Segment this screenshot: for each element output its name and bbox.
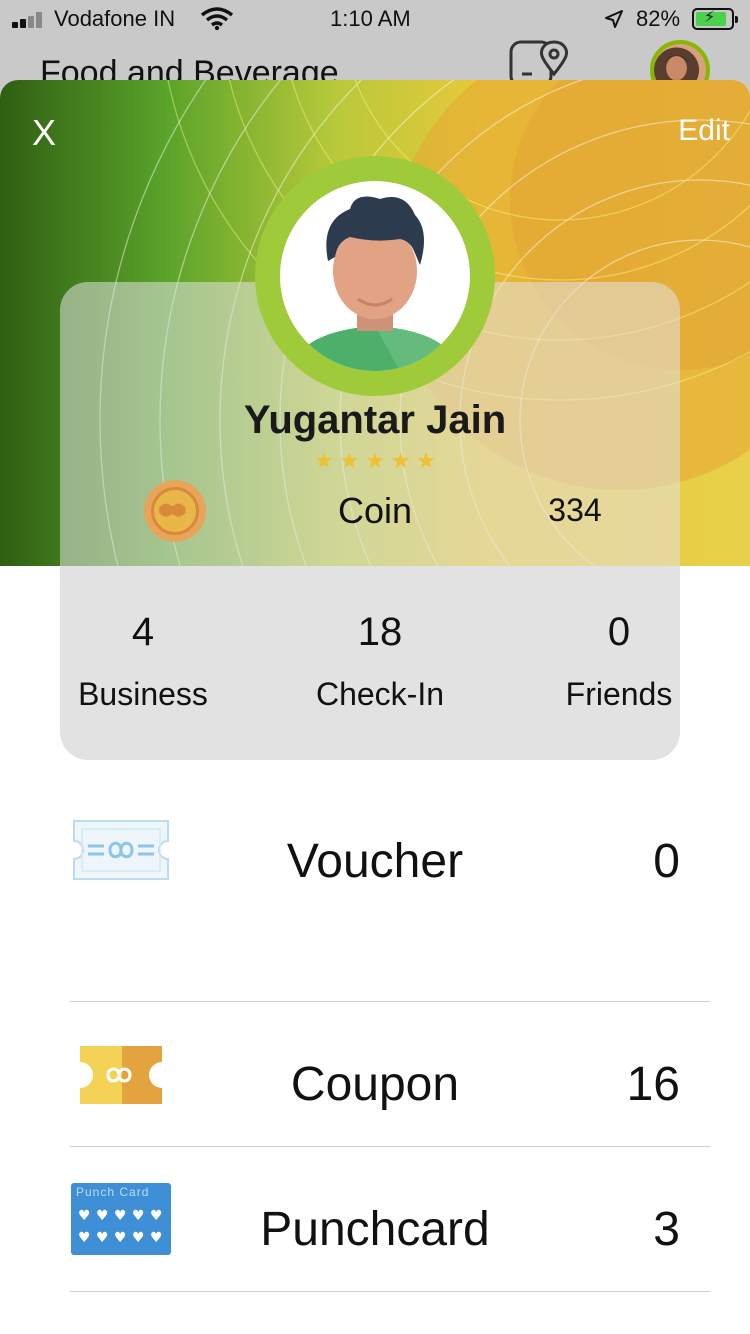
wallet-item-value: 0 (653, 835, 680, 888)
star-icon: ★ (365, 448, 385, 473)
svg-text:♥: ♥ (96, 1230, 109, 1246)
stat-business[interactable]: 4 Business (58, 610, 228, 713)
svg-text:♥: ♥ (150, 1230, 163, 1246)
stat-label: Check-In (315, 676, 445, 712)
stat-check-in[interactable]: 18 Check-In (295, 610, 465, 713)
clock: 1:10 AM (330, 6, 411, 31)
stat-label: Friends (565, 676, 673, 712)
stat-label: Business (78, 676, 208, 712)
wifi-icon (200, 7, 234, 31)
stat-value: 4 (131, 610, 155, 654)
wallet-item-coupon[interactable]: Coupon 16 (0, 935, 750, 1111)
profile-avatar[interactable] (255, 156, 495, 396)
coin-icon (144, 480, 206, 542)
star-icon: ★ (314, 448, 334, 473)
status-bar: Vodafone IN 1:10 AM 82% ⚡ (0, 0, 750, 40)
user-name: Yugantar Jain (243, 398, 507, 442)
wallet-item-punchcard[interactable]: Punch Card ♥ ♥ ♥ ♥ ♥ ♥ ♥ ♥ ♥ ♥ Punchcard 3 (0, 1080, 750, 1256)
svg-text:♥: ♥ (114, 1208, 127, 1224)
wallet-item-label: Punchcard (260, 1203, 490, 1256)
stat-friends[interactable]: 0 Friends (534, 610, 704, 713)
cellular-signal-icon (12, 12, 46, 28)
close-button[interactable]: X (32, 112, 56, 154)
wallet-item-voucher[interactable]: Voucher 0 (0, 790, 750, 935)
svg-text:♥: ♥ (132, 1230, 145, 1246)
location-arrow-icon (605, 10, 623, 28)
star-icon: ★ (416, 448, 436, 473)
svg-text:♥: ♥ (96, 1208, 109, 1224)
punchcard-icon-text: Punch Card (76, 1185, 149, 1199)
edit-button[interactable]: Edit (678, 114, 730, 148)
wallet-item-value: 3 (653, 1203, 680, 1256)
coin-value: 334 (548, 492, 602, 528)
battery-percent: 82% (636, 6, 681, 31)
star-icon: ★ (339, 448, 360, 473)
stat-value: 18 (357, 610, 403, 654)
divider (70, 1291, 710, 1292)
carrier-name: Vodafone IN (54, 6, 176, 31)
punchcard-icon: Punch Card ♥ ♥ ♥ ♥ ♥ ♥ ♥ ♥ ♥ ♥ (71, 1183, 171, 1255)
svg-text:♥: ♥ (78, 1208, 91, 1224)
star-icon: ★ (390, 448, 411, 473)
coin-label: Coin (337, 490, 413, 531)
profile-sheet: X Edit Yugantar Jain ★ ★ ★ ★ ★ Coin 334 … (0, 80, 750, 1334)
battery-charging-icon: ⚡ (692, 8, 738, 30)
stat-value: 0 (607, 610, 631, 654)
wallet-item-label: Voucher (286, 835, 464, 888)
svg-text:♥: ♥ (78, 1230, 91, 1246)
svg-text:♥: ♥ (114, 1230, 127, 1246)
rating-stars: ★ ★ ★ ★ ★ (314, 450, 436, 472)
voucher-icon (73, 820, 169, 880)
svg-text:♥: ♥ (150, 1208, 163, 1224)
svg-text:♥: ♥ (132, 1208, 145, 1224)
